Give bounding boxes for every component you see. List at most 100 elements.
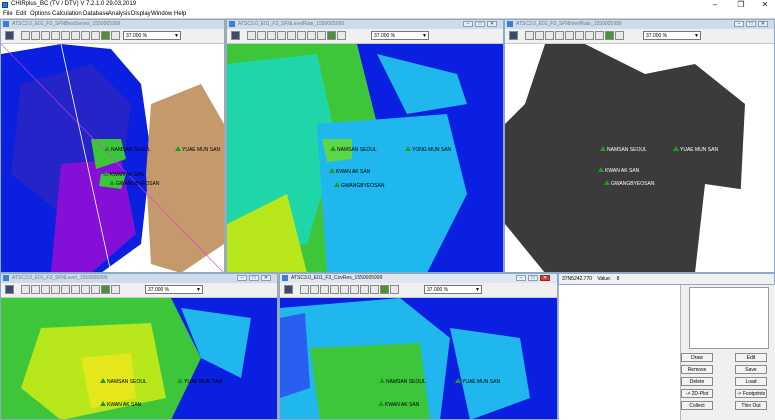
transmitter-marker-icon[interactable] [334, 182, 340, 187]
window-caption[interactable]: ATSC3.0_E01_F3_SFNBestServer_1550005999 [1, 20, 224, 29]
pen-icon[interactable] [277, 31, 286, 40]
rotate-icon[interactable] [297, 31, 306, 40]
load-button[interactable]: Load [735, 377, 767, 386]
window-caption[interactable]: ATSC3.0_E01_F3_SFNLevel_1550005999 – □ ✕ [1, 274, 277, 283]
transmitter-marker-icon[interactable] [330, 146, 336, 151]
search-icon[interactable] [615, 31, 624, 40]
layers-icon[interactable] [5, 285, 14, 294]
menu-options[interactable]: Options [30, 10, 51, 18]
line-icon[interactable] [287, 31, 296, 40]
move-icon[interactable] [595, 31, 604, 40]
window-close-button[interactable]: ✕ [261, 275, 271, 281]
window-close-button[interactable]: ✕ [758, 21, 768, 27]
menu-display[interactable]: Display [131, 10, 151, 18]
zoom-in-icon[interactable] [31, 285, 40, 294]
antenna-icon[interactable] [81, 285, 90, 294]
zoom-select[interactable]: 37.000 % ▼ [145, 285, 203, 294]
antenna-icon[interactable] [81, 31, 90, 40]
coverage-map[interactable]: NAMSAN SEOUL YONG MUN SAN KWAN AK SAN GW… [227, 44, 503, 272]
window-maximize-button[interactable]: □ [475, 21, 485, 27]
terrain-icon[interactable] [380, 285, 389, 294]
window-caption[interactable]: ATSC3.0_E01_F3_SFNInterfRate_1550005999 … [505, 20, 774, 29]
edit-button[interactable]: Edit [735, 353, 767, 362]
result-list[interactable] [689, 287, 769, 349]
coverage-map[interactable]: NAMSAN SEOUL YUAE MUN SAN KWAN AK SAN GW… [1, 43, 224, 272]
window-maximize-button[interactable]: □ [528, 275, 538, 281]
move-icon[interactable] [370, 285, 379, 294]
map-window-best-server[interactable]: ATSC3.0_E01_F3_SFNBestServer_1550005999 … [0, 19, 225, 273]
terrain-icon[interactable] [101, 31, 110, 40]
antenna-icon[interactable] [307, 31, 316, 40]
zoom-in-icon[interactable] [310, 285, 319, 294]
map-window-coverage-result[interactable]: ATSC3.0_E01_F3_CovRes_1550005999 – □ ✕ 3… [279, 273, 558, 420]
zoom-select[interactable]: 37.000 % ▼ [424, 285, 482, 294]
map-window-level[interactable]: ATSC3.0_E01_F3_SFNLevel_1550005999 – □ ✕… [0, 273, 278, 420]
save-button[interactable]: Save [735, 365, 767, 374]
close-button[interactable]: ✕ [757, 0, 773, 10]
search-icon[interactable] [111, 285, 120, 294]
measure-icon[interactable] [320, 285, 329, 294]
move-icon[interactable] [317, 31, 326, 40]
transmitter-marker-icon[interactable] [175, 146, 181, 151]
search-icon[interactable] [390, 285, 399, 294]
terrain-icon[interactable] [327, 31, 336, 40]
measure-icon[interactable] [41, 31, 50, 40]
transmitter-marker-icon[interactable] [177, 378, 183, 383]
delete-button[interactable]: Delete [681, 377, 713, 386]
transmitter-marker-icon[interactable] [378, 401, 384, 406]
transmitter-marker-icon[interactable] [103, 171, 109, 176]
pointer-icon[interactable] [300, 285, 309, 294]
rotate-icon[interactable] [575, 31, 584, 40]
search-icon[interactable] [111, 31, 120, 40]
pointer-icon[interactable] [247, 31, 256, 40]
thin-out-button[interactable]: Thin Out [735, 401, 767, 410]
coverage-map[interactable]: NAMSAN SEOUL YUAE MUN SAN KWAN AK SAN [280, 298, 557, 419]
rotate-icon[interactable] [71, 31, 80, 40]
menu-calculation[interactable]: Calculation [52, 10, 82, 18]
map-window-level-rate[interactable]: ATSC3.0_E01_F3_SFNLevelRate_1550005999 –… [226, 19, 504, 273]
layers-icon[interactable] [231, 31, 240, 40]
line-icon[interactable] [565, 31, 574, 40]
footprints-button[interactable]: -> Footprints [735, 389, 767, 398]
line-icon[interactable] [340, 285, 349, 294]
menu-help[interactable]: Help [174, 10, 186, 18]
zoom-in-icon[interactable] [257, 31, 266, 40]
measure-icon[interactable] [545, 31, 554, 40]
rotate-icon[interactable] [71, 285, 80, 294]
transmitter-marker-icon[interactable] [100, 401, 106, 406]
transmitter-marker-icon[interactable] [379, 378, 385, 383]
transmitter-marker-icon[interactable] [104, 146, 110, 151]
remove-button[interactable]: Remove [681, 365, 713, 374]
layers-icon[interactable] [284, 285, 293, 294]
window-close-button[interactable]: ✕ [487, 21, 497, 27]
antenna-icon[interactable] [360, 285, 369, 294]
measure-icon[interactable] [41, 285, 50, 294]
draw-button[interactable]: Draw [681, 353, 713, 362]
window-minimize-button[interactable]: – [516, 275, 526, 281]
rotate-icon[interactable] [350, 285, 359, 294]
zoom-in-icon[interactable] [535, 31, 544, 40]
plot-2d-button[interactable]: -> 2D-Plot [681, 389, 713, 398]
window-minimize-button[interactable]: – [237, 275, 247, 281]
menu-window[interactable]: Window [151, 10, 172, 18]
move-icon[interactable] [91, 285, 100, 294]
pen-icon[interactable] [51, 31, 60, 40]
line-icon[interactable] [61, 285, 70, 294]
menu-file[interactable]: File [3, 10, 13, 18]
window-caption[interactable]: ATSC3.0_E01_F3_SFNLevelRate_1550005999 –… [227, 20, 503, 29]
menu-analysis[interactable]: Analysis [108, 10, 130, 18]
transmitter-marker-icon[interactable] [600, 146, 606, 151]
layers-icon[interactable] [509, 31, 518, 40]
window-caption[interactable]: ATSC3.0_E01_F3_CovRes_1550005999 – □ ✕ [280, 274, 557, 283]
transmitter-marker-icon[interactable] [100, 378, 106, 383]
measure-icon[interactable] [267, 31, 276, 40]
window-maximize-button[interactable]: □ [746, 21, 756, 27]
transmitter-marker-icon[interactable] [604, 180, 610, 185]
menu-edit[interactable]: Edit [16, 10, 26, 18]
search-icon[interactable] [337, 31, 346, 40]
window-minimize-button[interactable]: – [734, 21, 744, 27]
transmitter-marker-icon[interactable] [455, 378, 461, 383]
transmitter-marker-icon[interactable] [405, 146, 411, 151]
zoom-select[interactable]: 37.000 % ▼ [123, 31, 181, 40]
transmitter-marker-icon[interactable] [598, 167, 604, 172]
